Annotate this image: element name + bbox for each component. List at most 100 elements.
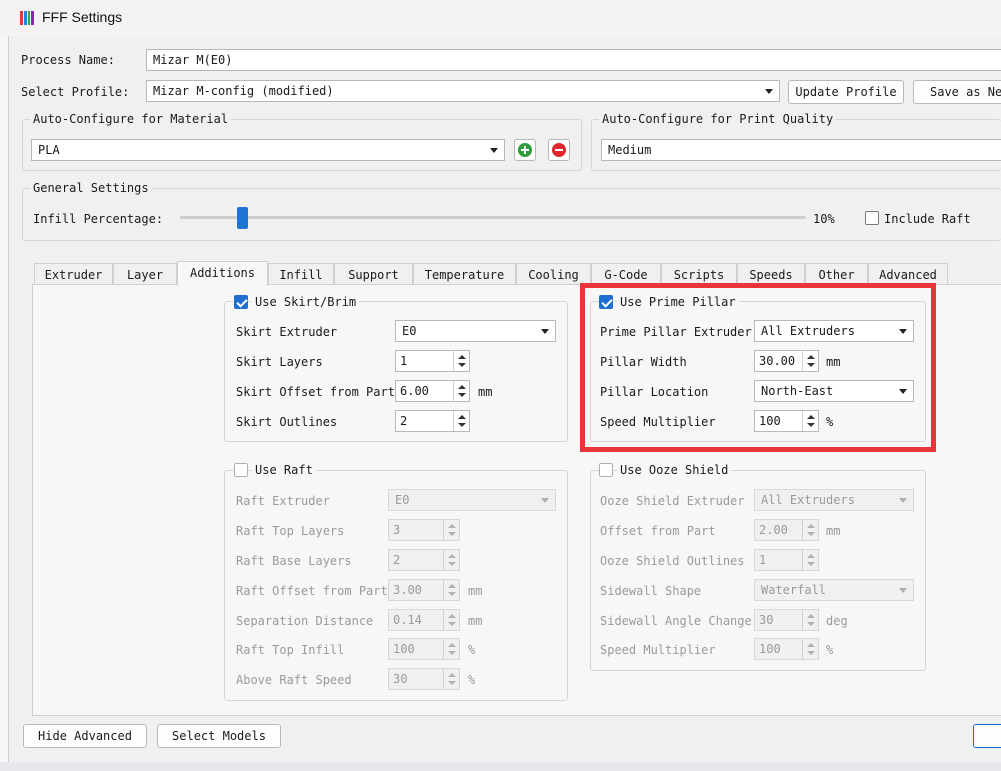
- skirt-brim-checkbox[interactable]: [234, 295, 248, 309]
- ooze-shield-title: Use Ooze Shield: [617, 463, 732, 477]
- material-dropdown-value: PLA: [38, 143, 60, 157]
- sidewall-angle-spinbox[interactable]: 30: [754, 609, 819, 631]
- spin-up-icon[interactable]: [458, 415, 466, 419]
- spin-up-icon[interactable]: [448, 643, 456, 647]
- spin-down-icon[interactable]: [458, 363, 466, 367]
- spin-buttons[interactable]: [443, 610, 459, 630]
- spin-buttons[interactable]: [443, 580, 459, 600]
- ooze-outlines-value: 1: [759, 553, 767, 567]
- material-dropdown[interactable]: PLA: [31, 139, 505, 161]
- ooze-shield-checkbox[interactable]: [599, 463, 613, 477]
- separation-distance-spinbox[interactable]: 0.14: [388, 609, 460, 631]
- quality-dropdown[interactable]: Medium: [601, 139, 1001, 161]
- spin-buttons[interactable]: [453, 381, 469, 401]
- skirt-outlines-spinbox[interactable]: 2: [395, 410, 470, 432]
- spin-buttons[interactable]: [453, 351, 469, 371]
- process-name-input[interactable]: Mizar M(E0): [146, 49, 1001, 71]
- ooze-outlines-spinbox[interactable]: 1: [754, 549, 819, 571]
- spin-buttons[interactable]: [443, 669, 459, 689]
- tab-scripts[interactable]: Scripts: [661, 263, 737, 285]
- spin-down-icon[interactable]: [448, 651, 456, 655]
- include-raft-label: Include Raft: [884, 212, 971, 226]
- spin-up-icon[interactable]: [448, 584, 456, 588]
- raft-top-layers-spinbox[interactable]: 3: [388, 519, 460, 541]
- ooze-offset-spinbox[interactable]: 2.00: [754, 519, 819, 541]
- spin-buttons[interactable]: [802, 610, 818, 630]
- skirt-layers-spinbox[interactable]: 1: [395, 350, 470, 372]
- spin-up-icon[interactable]: [458, 385, 466, 389]
- tab-other[interactable]: Other: [805, 263, 868, 285]
- spin-down-icon[interactable]: [807, 562, 815, 566]
- spin-down-icon[interactable]: [807, 622, 815, 626]
- chevron-down-icon: [899, 588, 907, 593]
- raft-top-infill-unit: %: [468, 643, 476, 657]
- ooze-speed-spinbox[interactable]: 100: [754, 638, 819, 660]
- spin-down-icon[interactable]: [448, 622, 456, 626]
- ok-button[interactable]: [973, 724, 1001, 748]
- spin-down-icon[interactable]: [448, 562, 456, 566]
- spin-up-icon[interactable]: [448, 554, 456, 558]
- ooze-offset-value: 2.00: [759, 523, 788, 537]
- raft-top-infill-spinbox[interactable]: 100: [388, 638, 460, 660]
- skirt-extruder-dropdown[interactable]: E0: [395, 320, 556, 342]
- skirt-offset-spinbox[interactable]: 6.00: [395, 380, 470, 402]
- app-icon-bar: [27, 11, 31, 25]
- spin-up-icon[interactable]: [807, 614, 815, 618]
- spin-buttons[interactable]: [443, 639, 459, 659]
- spin-down-icon[interactable]: [807, 651, 815, 655]
- spin-up-icon[interactable]: [807, 524, 815, 528]
- spin-up-icon[interactable]: [448, 614, 456, 618]
- infill-value: 10%: [813, 212, 835, 226]
- update-profile-button[interactable]: Update Profile: [788, 80, 904, 104]
- ooze-extruder-dropdown[interactable]: All Extruders: [754, 489, 914, 511]
- select-models-button[interactable]: Select Models: [157, 724, 281, 748]
- spin-up-icon[interactable]: [448, 524, 456, 528]
- spin-buttons[interactable]: [802, 520, 818, 540]
- skirt-extruder-label: Skirt Extruder: [236, 325, 338, 339]
- tab-g-code[interactable]: G-Code: [591, 263, 661, 285]
- tab-advanced[interactable]: Advanced: [868, 263, 948, 285]
- tab-temperature[interactable]: Temperature: [413, 263, 516, 285]
- include-raft-checkbox[interactable]: [865, 211, 879, 225]
- spin-up-icon[interactable]: [807, 554, 815, 558]
- spin-buttons[interactable]: [802, 639, 818, 659]
- tab-speeds[interactable]: Speeds: [737, 263, 805, 285]
- raft-top-layers-label: Raft Top Layers: [236, 524, 345, 538]
- save-as-new-button[interactable]: Save as New: [913, 80, 1001, 104]
- above-raft-speed-value: 30: [393, 672, 408, 686]
- spin-down-icon[interactable]: [448, 532, 456, 536]
- tab-layer[interactable]: Layer: [113, 263, 177, 285]
- use-raft-checkbox[interactable]: [234, 463, 248, 477]
- sidewall-shape-dropdown[interactable]: Waterfall: [754, 579, 914, 601]
- raft-extruder-value: E0: [395, 493, 410, 507]
- process-name-label: Process Name:: [21, 53, 115, 67]
- spin-buttons[interactable]: [443, 520, 459, 540]
- add-material-button[interactable]: [514, 139, 536, 161]
- spin-down-icon[interactable]: [807, 532, 815, 536]
- infill-slider-track[interactable]: [180, 216, 806, 219]
- tab-extruder[interactable]: Extruder: [34, 263, 113, 285]
- spin-down-icon[interactable]: [448, 592, 456, 596]
- tab-support[interactable]: Support: [334, 263, 413, 285]
- above-raft-speed-spinbox[interactable]: 30: [388, 668, 460, 690]
- spin-buttons[interactable]: [802, 550, 818, 570]
- spin-up-icon[interactable]: [448, 673, 456, 677]
- tab-cooling[interactable]: Cooling: [516, 263, 591, 285]
- remove-material-button[interactable]: [548, 139, 570, 161]
- tab-infill[interactable]: Infill: [268, 263, 334, 285]
- spin-down-icon[interactable]: [448, 681, 456, 685]
- profile-dropdown[interactable]: Mizar M-config (modified): [146, 80, 780, 102]
- spin-buttons[interactable]: [453, 411, 469, 431]
- tab-additions[interactable]: Additions: [177, 261, 268, 286]
- spin-down-icon[interactable]: [458, 393, 466, 397]
- raft-offset-spinbox[interactable]: 3.00: [388, 579, 460, 601]
- spin-up-icon[interactable]: [807, 643, 815, 647]
- hide-advanced-button[interactable]: Hide Advanced: [23, 724, 147, 748]
- spin-buttons[interactable]: [443, 550, 459, 570]
- infill-slider-thumb[interactable]: [237, 207, 249, 229]
- spin-down-icon[interactable]: [458, 423, 466, 427]
- raft-extruder-dropdown[interactable]: E0: [388, 489, 556, 511]
- raft-base-layers-spinbox[interactable]: 2: [388, 549, 460, 571]
- app-icon-bar: [20, 11, 23, 25]
- spin-up-icon[interactable]: [458, 355, 466, 359]
